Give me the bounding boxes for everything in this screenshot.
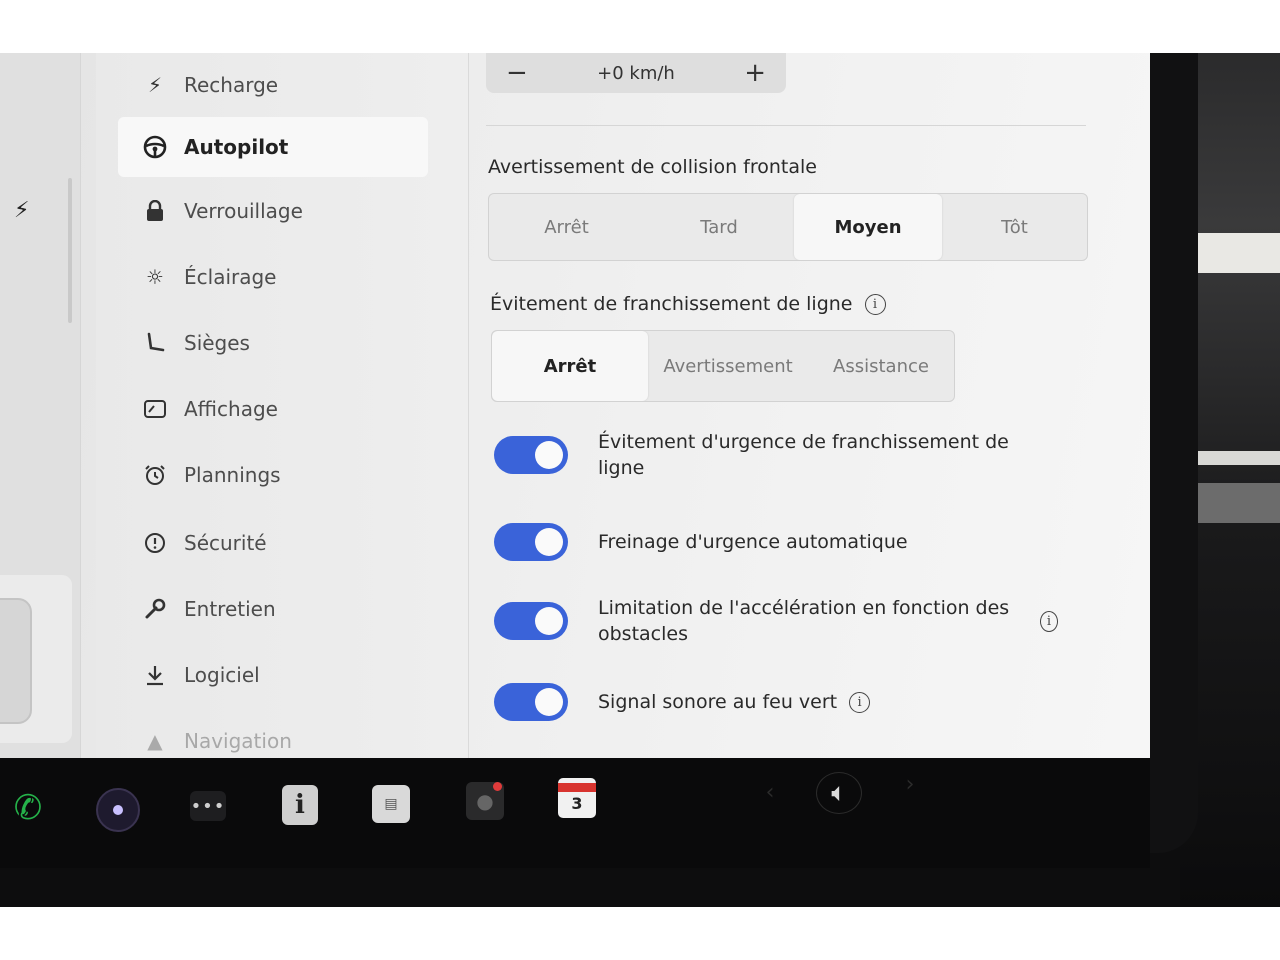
toggle-knob	[535, 441, 563, 469]
sidebar-item-affichage[interactable]: Affichage	[118, 379, 428, 439]
manual-info-icon[interactable]: i	[282, 785, 318, 825]
emergency-lane-toggle[interactable]	[494, 436, 568, 474]
sidebar-item-label: Éclairage	[184, 265, 277, 289]
toggle-label-text: Signal sonore au feu vert	[598, 691, 838, 713]
toggle-label: Signal sonore au feu vert i	[598, 689, 871, 715]
increase-speed-button[interactable]: +	[744, 58, 766, 88]
lane-option-arret[interactable]: Arrêt	[492, 331, 648, 401]
sidebar-item-logiciel[interactable]: Logiciel	[118, 645, 428, 705]
sun-icon: ☼	[146, 265, 164, 289]
sidebar-item-eclairage[interactable]: ☼ Éclairage	[118, 247, 428, 307]
navigation-arrow-icon: ▲	[147, 729, 163, 753]
more-apps-button[interactable]: •••	[190, 791, 226, 821]
lane-option-assistance[interactable]: Assistance	[808, 331, 954, 401]
sidebar-item-label: Entretien	[184, 597, 276, 621]
display-icon	[138, 400, 172, 418]
lock-icon	[138, 200, 172, 222]
lane-departure-selector: Arrêt Avertissement Assistance	[491, 330, 955, 402]
sidebar-item-securite[interactable]: Sécurité	[118, 513, 428, 573]
sidebar-item-label: Logiciel	[184, 663, 260, 687]
green-light-chime-toggle[interactable]	[494, 683, 568, 721]
scrollbar[interactable]	[68, 178, 72, 323]
collision-warning-title: Avertissement de collision frontale	[488, 156, 817, 178]
wrench-icon	[138, 598, 172, 620]
toggle-row-emergency-lane: Évitement d'urgence de franchissement de…	[494, 429, 1094, 481]
toggle-knob	[535, 528, 563, 556]
sidebar-item-label: Verrouillage	[184, 199, 303, 223]
sidebar-item-label: Recharge	[184, 73, 279, 97]
toggle-label: Évitement d'urgence de franchissement de…	[598, 429, 1058, 481]
sidebar-item-label: Sécurité	[184, 531, 267, 555]
seat-icon	[138, 332, 172, 354]
sidebar-item-label: Plannings	[184, 463, 281, 487]
phone-icon[interactable]: ✆	[8, 788, 48, 828]
autopilot-settings: − +0 km/h + Avertissement de collision f…	[470, 53, 1130, 758]
toggle-row-obstacle-acceleration: Limitation de l'accélération en fonction…	[494, 595, 1094, 647]
toggle-label: Limitation de l'accélération en fonction…	[598, 595, 1058, 647]
lane-departure-title-text: Évitement de franchissement de ligne	[490, 293, 853, 315]
sidebar-item-entretien[interactable]: Entretien	[118, 579, 428, 639]
touchscreen: ⚡︎ ⚡︎ Recharge Autopilot Verrouillage ☼ …	[0, 53, 1150, 758]
charging-bolt-icon: ⚡︎	[14, 198, 30, 223]
recording-dot-icon	[493, 782, 502, 791]
lightning-icon: ⚡︎	[147, 73, 163, 97]
sidebar-item-label: Autopilot	[184, 135, 289, 159]
calendar-icon[interactable]: 3	[558, 778, 596, 818]
toggle-label: Freinage d'urgence automatique	[598, 529, 908, 555]
toggle-label-text: Évitement d'urgence de franchissement de…	[598, 431, 1009, 479]
decrease-speed-button[interactable]: −	[506, 58, 528, 88]
calendar-day: 3	[571, 794, 583, 813]
collision-option-tot[interactable]: Tôt	[942, 194, 1087, 260]
sidebar-item-autopilot[interactable]: Autopilot	[118, 117, 428, 177]
speed-offset-value: +0 km/h	[597, 62, 675, 84]
dashcam-icon[interactable]: ●	[466, 782, 504, 820]
taskbar: ✆ ••• i ▤ ● 3 ‹ 🔈︎ ›	[0, 758, 1150, 868]
speed-offset-stepper: − +0 km/h +	[486, 53, 786, 93]
photo-frame: ⚡︎ ⚡︎ Recharge Autopilot Verrouillage ☼ …	[0, 53, 1280, 907]
toggle-row-emergency-braking: Freinage d'urgence automatique	[494, 523, 1094, 561]
info-icon[interactable]: i	[864, 293, 886, 315]
collision-warning-title-text: Avertissement de collision frontale	[488, 156, 817, 178]
steering-wheel-icon	[138, 135, 172, 159]
emergency-braking-toggle[interactable]	[494, 523, 568, 561]
info-icon[interactable]: i	[849, 691, 871, 713]
calendar-header	[558, 783, 596, 792]
toggle-label-text: Freinage d'urgence automatique	[598, 531, 908, 553]
collision-warning-selector: Arrêt Tard Moyen Tôt	[488, 193, 1088, 261]
vehicle-panel: ⚡︎	[0, 53, 81, 758]
sidebar-item-verrouillage[interactable]: Verrouillage	[118, 181, 428, 241]
sidebar-item-sieges[interactable]: Sièges	[118, 313, 428, 373]
settings-sidebar: ⚡︎ Recharge Autopilot Verrouillage ☼ Écl…	[96, 53, 469, 758]
info-icon[interactable]: i	[1039, 610, 1058, 632]
volume-icon[interactable]: 🔈︎	[816, 772, 862, 814]
obstacle-acceleration-toggle[interactable]	[494, 602, 568, 640]
sidebar-item-label: Affichage	[184, 397, 278, 421]
toggle-knob	[535, 688, 563, 716]
alarm-clock-icon	[138, 464, 172, 486]
sidebar-item-recharge[interactable]: ⚡︎ Recharge	[118, 55, 428, 115]
toybox-icon[interactable]: ▤	[372, 785, 410, 823]
volume-up-chevron-icon[interactable]: ›	[900, 766, 920, 802]
car-top-view-icon	[0, 598, 32, 724]
toggle-label-text: Limitation de l'accélération en fonction…	[598, 597, 1010, 645]
collision-option-moyen[interactable]: Moyen	[794, 194, 942, 260]
sidebar-item-label: Sièges	[184, 331, 250, 355]
download-icon	[138, 664, 172, 686]
section-divider	[486, 125, 1086, 126]
volume-down-chevron-icon[interactable]: ‹	[760, 774, 780, 810]
collision-option-tard[interactable]: Tard	[644, 194, 794, 260]
lane-option-avertissement[interactable]: Avertissement	[648, 331, 808, 401]
toggle-knob	[535, 607, 563, 635]
warning-circle-icon	[138, 532, 172, 554]
sidebar-item-plannings[interactable]: Plannings	[118, 445, 428, 505]
camera-app-icon[interactable]	[96, 788, 140, 832]
lane-departure-title: Évitement de franchissement de ligne i	[490, 293, 886, 315]
collision-option-arret[interactable]: Arrêt	[489, 194, 644, 260]
sidebar-item-label: Navigation	[184, 729, 292, 753]
toggle-row-green-light-chime: Signal sonore au feu vert i	[494, 683, 1094, 721]
